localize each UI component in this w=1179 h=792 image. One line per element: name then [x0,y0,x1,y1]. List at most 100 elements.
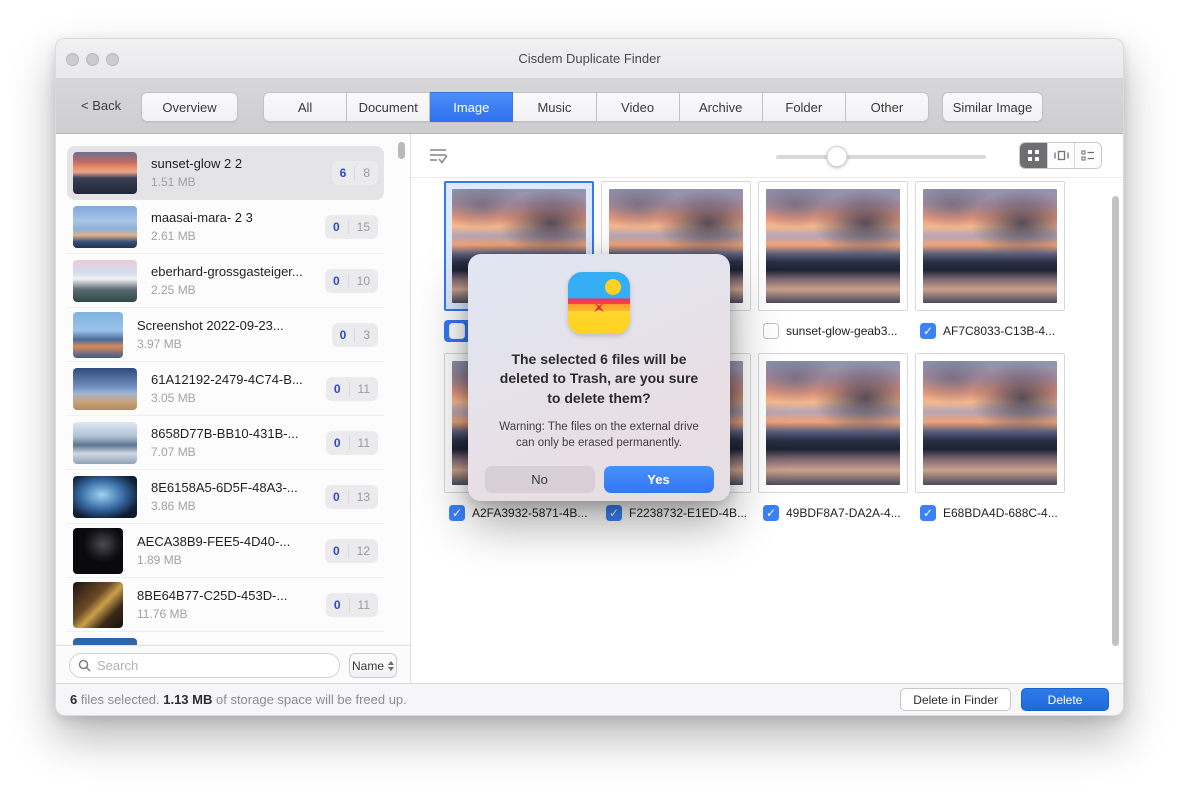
file-group-row[interactable]: Screenshot 2022-09-23... 3.97 MB 0 3 [67,308,384,362]
tab-image[interactable]: Image [430,92,514,122]
no-button[interactable]: No [484,466,595,494]
file-thumbnail [73,259,137,302]
file-thumbnail [73,475,137,518]
carousel-view-icon [1053,150,1069,161]
thumbnail-size-slider[interactable] [776,146,986,167]
back-button[interactable]: < Back [81,98,121,113]
tab-document[interactable]: Document [347,92,431,122]
image-filename: F2238732-E1ED-4B... [629,506,746,520]
image-checkbox[interactable] [606,505,622,521]
file-size: 3.97 MB [137,337,182,351]
similar-image-button[interactable]: Similar Image [942,92,1043,122]
tab-video[interactable]: Video [596,92,680,122]
file-group-row[interactable]: sunset-glow 2 2 1.51 MB 6 8 [67,146,384,200]
sort-stepper-icon [388,660,394,671]
grid-image-card[interactable]: 49BDF8A7-DA2A-4... [758,353,908,524]
file-thumbnail [73,421,137,464]
desktop: Cisdem Duplicate Finder < Back Overview … [0,0,1179,792]
duplicate-image-thumbnail [923,189,1057,303]
image-checkbox[interactable] [449,323,465,339]
file-name: maasai-mara- 2 3 [151,210,253,225]
image-label-row[interactable]: F2238732-E1ED-4B... [601,502,751,524]
grid-image-card[interactable]: sunset-glow-geab3... [758,181,908,342]
file-name: sunset-glow 2 2 [151,156,243,171]
selection-count-badge: 0 11 [325,430,378,455]
file-thumbnail [73,151,137,194]
image-label-row[interactable]: sunset-glow-geab3... [758,320,908,342]
image-label-row[interactable]: AF7C8033-C13B-4... [915,320,1065,342]
image-label-row[interactable]: 49BDF8A7-DA2A-4... [758,502,908,524]
image-filename: sunset-glow-geab3... [786,324,898,338]
file-name: AECA38B9-FEE5-4D40-... [137,534,291,549]
select-list-check-icon[interactable] [429,147,451,165]
title-bar: Cisdem Duplicate Finder [56,39,1123,79]
sort-by-name-button[interactable]: Name [349,653,397,678]
window-title: Cisdem Duplicate Finder [518,51,661,66]
selection-count-badge: 0 13 [324,484,378,509]
file-thumbnail [73,367,137,410]
grid-image-card[interactable]: AF7C8033-C13B-4... [915,181,1065,342]
file-thumbnail [73,581,123,628]
file-group-row[interactable]: 8BE64B77-C25D-453D-... 11.76 MB 0 11 [67,578,384,632]
duplicate-image-thumbnail [766,189,900,303]
overview-button[interactable]: Overview [141,92,238,122]
file-size: 3.86 MB [151,499,196,513]
sidebar-scrollbar[interactable] [398,142,405,159]
file-group-row[interactable]: 8E6158A5-6D5F-48A3-... 3.86 MB 0 13 [67,470,384,524]
search-icon [78,659,91,672]
file-type-tabs: All Document Image Music Video Archive F… [263,92,929,122]
file-size: 11.76 MB [137,607,188,621]
grid-scrollbar[interactable] [1112,196,1119,646]
tab-music[interactable]: Music [513,92,597,122]
image-filename: AF7C8033-C13B-4... [943,324,1056,338]
tab-folder[interactable]: Folder [762,92,846,122]
yes-button[interactable]: Yes [603,466,714,494]
list-view-button[interactable] [1074,143,1101,168]
file-group-row[interactable]: 61A12192-2479-4C74-B... 3.05 MB 0 11 [67,362,384,416]
file-name: 8E6158A5-6D5F-48A3-... [151,480,298,495]
slider-knob[interactable] [826,146,848,167]
file-group-row[interactable]: maasai-mara- 2 3 2.61 MB 0 15 [67,200,384,254]
file-size: 1.89 MB [137,553,182,567]
view-mode-segmented-control [1019,142,1102,169]
tab-all[interactable]: All [263,92,348,122]
image-checkbox[interactable] [763,505,779,521]
search-input[interactable] [97,658,331,673]
image-checkbox[interactable] [763,323,779,339]
file-size: 2.25 MB [151,283,196,297]
search-field[interactable] [69,653,340,678]
delete-in-finder-button[interactable]: Delete in Finder [900,688,1011,711]
image-label-row[interactable]: A2FA3932-5871-4B... [444,502,594,524]
toolbar: < Back Overview All Document Image Music… [56,79,1123,134]
selection-count-badge: 0 10 [324,268,378,293]
grid-toolbar [411,134,1123,178]
duplicate-image-thumbnail [766,361,900,485]
file-group-row[interactable]: 8658D77B-BB10-431B-... 7.07 MB 0 11 [67,416,384,470]
file-group-row[interactable]: eberhard-grossgasteiger... 2.25 MB 0 10 [67,254,384,308]
file-group-row-partial[interactable] [67,632,384,645]
tab-other[interactable]: Other [845,92,929,122]
selection-count-badge: 0 11 [325,376,378,401]
file-size: 7.07 MB [151,445,196,459]
image-filename: A2FA3932-5871-4B... [472,506,588,520]
delete-button[interactable]: Delete [1021,688,1109,711]
image-checkbox[interactable] [920,323,936,339]
tab-archive[interactable]: Archive [679,92,763,122]
sidebar-search-row: Name [56,645,410,685]
selection-count-badge: 0 11 [325,592,378,617]
file-thumbnail [73,205,137,248]
app-window: Cisdem Duplicate Finder < Back Overview … [55,38,1124,716]
image-checkbox[interactable] [920,505,936,521]
grid-image-card[interactable]: E68BDA4D-688C-4... [915,353,1065,524]
selection-status-text: 6 files selected. 1.13 MB of storage spa… [70,692,407,707]
file-thumbnail [73,637,137,645]
selection-count-badge: 0 3 [331,322,378,347]
dialog-warning-text: Warning: The files on the external drive… [499,420,699,450]
image-label-row[interactable]: E68BDA4D-688C-4... [915,502,1065,524]
carousel-view-button[interactable] [1047,143,1074,168]
list-view-icon [1081,150,1094,161]
image-checkbox[interactable] [449,505,465,521]
grid-view-button[interactable] [1020,143,1047,168]
file-group-list: sunset-glow 2 2 1.51 MB 6 8 maasai-mara-… [56,134,410,645]
file-group-row[interactable]: AECA38B9-FEE5-4D40-... 1.89 MB 0 12 [67,524,384,578]
